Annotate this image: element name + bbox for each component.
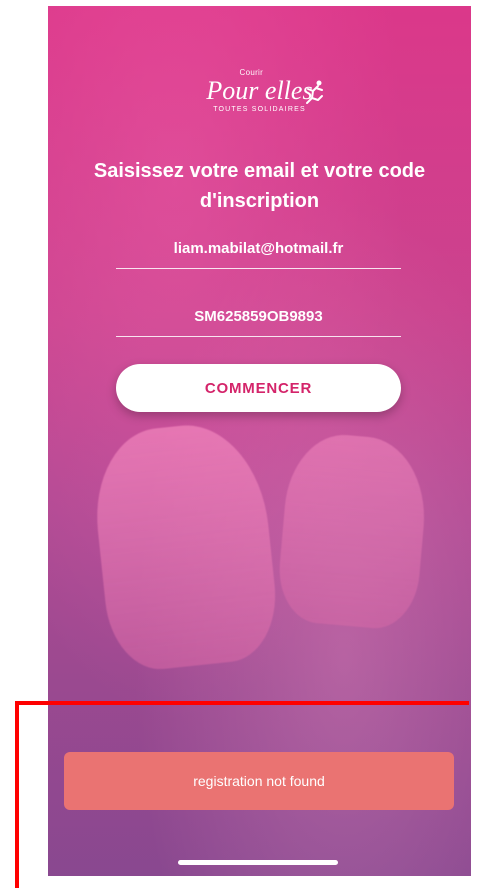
registration-code-value: SM625859OB9893 bbox=[194, 307, 323, 325]
runner-icon bbox=[305, 80, 323, 104]
brand-logo: Courir Pour elles TOUTES SOLIDAIRES bbox=[190, 68, 330, 123]
page-title: Saisissez votre email et votre code d'in… bbox=[93, 160, 426, 212]
email-field-value: liam.mabilat@hotmail.fr bbox=[173, 239, 344, 257]
highlight-bracket-top bbox=[15, 701, 469, 705]
highlight-bracket-left bbox=[15, 701, 19, 888]
error-toast-message: registration not found bbox=[193, 773, 325, 789]
logo-tagline: TOUTES SOLIDAIRES bbox=[213, 106, 306, 113]
error-toast: registration not found bbox=[64, 752, 454, 810]
registration-code-field[interactable]: SM625859OB9893 bbox=[116, 296, 401, 337]
background-overlay bbox=[48, 6, 471, 876]
email-field[interactable]: liam.mabilat@hotmail.fr bbox=[116, 228, 401, 269]
app-screen: Courir Pour elles TOUTES SOLIDAIRES Sais… bbox=[48, 6, 471, 876]
start-button[interactable]: COMMENCER bbox=[116, 364, 401, 412]
home-indicator[interactable] bbox=[178, 860, 338, 865]
